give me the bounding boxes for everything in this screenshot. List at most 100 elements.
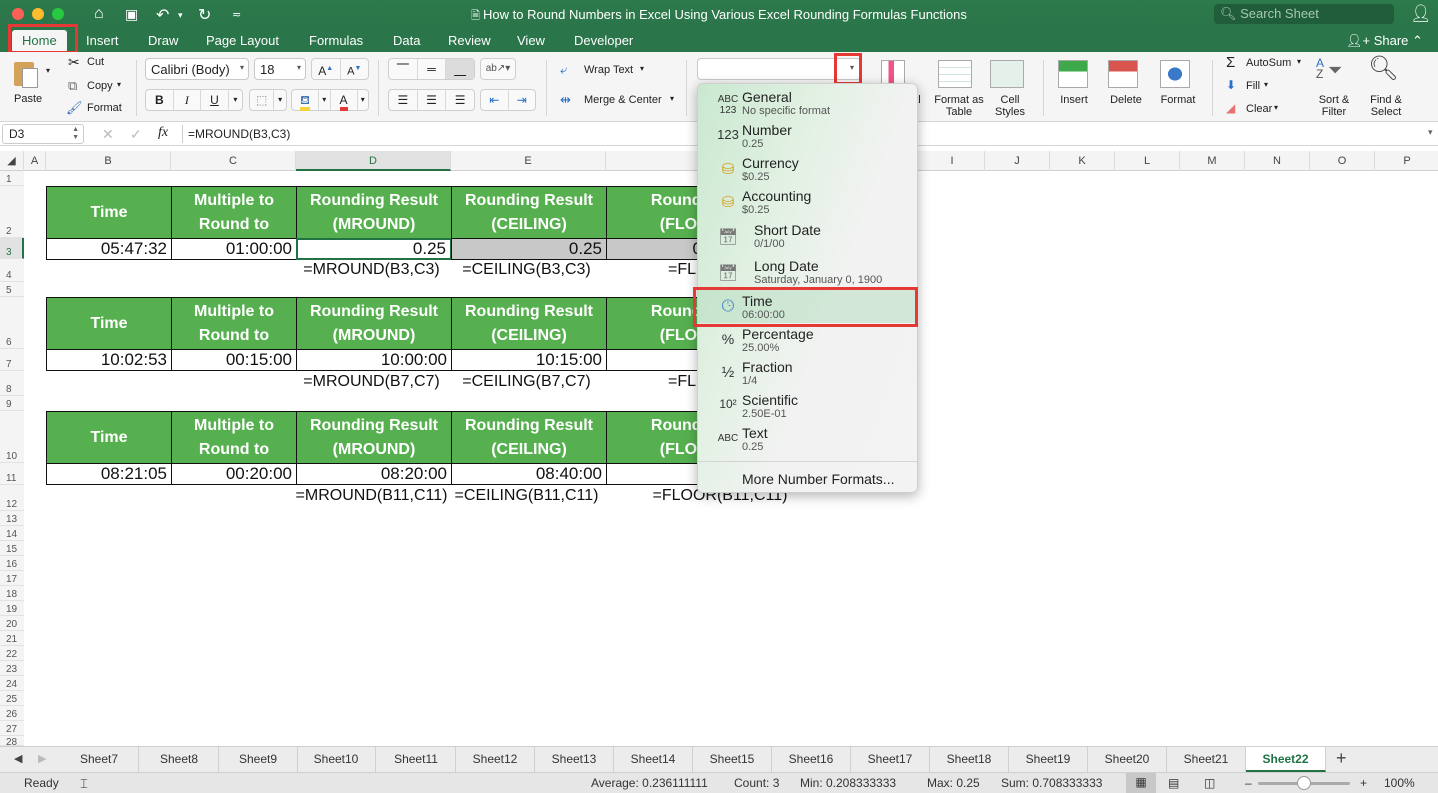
row-header-6[interactable]: 6	[0, 297, 24, 349]
row-header-13[interactable]: 13	[0, 511, 24, 526]
table-cell[interactable]: 0.25	[451, 238, 607, 260]
tab-data[interactable]: Data	[393, 30, 420, 52]
row-header-10[interactable]: 10	[0, 411, 24, 463]
delete-cells-button[interactable]: Delete	[1106, 94, 1146, 106]
cell-styles-icon[interactable]	[990, 60, 1024, 88]
tab-page-layout[interactable]: Page Layout	[206, 30, 279, 52]
format-painter-button[interactable]: Format	[87, 102, 122, 114]
table-header-cell[interactable]: Rounding Result (MROUND)	[296, 186, 452, 239]
clear-button[interactable]: Clear	[1246, 103, 1272, 115]
paste-icon[interactable]	[14, 58, 42, 88]
sort-filter-icon[interactable]: AZ	[1316, 57, 1324, 80]
row-header-24[interactable]: 24	[0, 676, 24, 691]
add-sheet-button[interactable]: +	[1336, 748, 1347, 769]
align-bottom-button[interactable]: ⎽	[446, 59, 475, 79]
cell-styles-button[interactable]: Cell Styles	[992, 94, 1028, 118]
increase-indent-button[interactable]: ⇥	[509, 90, 536, 110]
scroll-tabs-left-icon[interactable]: ◀	[14, 752, 22, 765]
sheet-tab[interactable]: Sheet18	[930, 747, 1009, 772]
decrease-indent-button[interactable]: ⇤	[481, 90, 509, 110]
row-header-7[interactable]: 7	[0, 349, 24, 371]
number-format-item-scientific[interactable]: 10² Scientific 2.50E-01	[698, 389, 917, 422]
number-format-item-accounting[interactable]: ⛁ Accounting $0.25	[698, 185, 917, 218]
accessibility-icon[interactable]: ⌶	[80, 776, 88, 792]
table-cell[interactable]: 08:20:00	[296, 463, 452, 485]
name-box-stepper-icon[interactable]: ▲ ▼	[72, 126, 79, 142]
sheet-tab[interactable]: Sheet21	[1167, 747, 1246, 772]
column-header-i[interactable]: I	[920, 151, 985, 171]
number-format-item-long-date[interactable]: 📅︎ Long Date Saturday, January 0, 1900	[698, 255, 917, 288]
sheet-tab[interactable]: Sheet16	[772, 747, 851, 772]
formula-text[interactable]: =MROUND(B7,C7)	[284, 373, 459, 391]
align-top-button[interactable]: ⎺	[389, 59, 418, 79]
number-format-item-currency[interactable]: ⛁ Currency $0.25	[698, 152, 917, 185]
table-cell[interactable]: 0	[606, 238, 706, 260]
tab-home[interactable]: Home	[12, 30, 67, 52]
merge-center-dropdown-icon[interactable]: ▾	[670, 94, 674, 103]
tab-view[interactable]: View	[517, 30, 545, 52]
table-header-cell[interactable]: Rounding Result (MROUND)	[296, 411, 452, 464]
wrap-text-dropdown-icon[interactable]: ▾	[640, 64, 644, 73]
number-format-select[interactable]: ▾	[697, 58, 861, 80]
sheet-tab[interactable]: Sheet10	[297, 747, 376, 772]
sheet-tab[interactable]: Sheet7	[60, 747, 139, 772]
row-header-15[interactable]: 15	[0, 541, 24, 556]
copy-dropdown-icon[interactable]: ▾	[117, 80, 121, 89]
table-header-cell[interactable]: Time	[46, 411, 172, 464]
row-header-5[interactable]: 5	[0, 282, 24, 297]
row-header-16[interactable]: 16	[0, 556, 24, 571]
page-break-view-button[interactable]: ◫	[1204, 776, 1215, 790]
sheet-tab[interactable]: Sheet14	[614, 747, 693, 772]
row-header-22[interactable]: 22	[0, 646, 24, 661]
table-cell[interactable]: 05:47:32	[46, 238, 172, 260]
column-header-n[interactable]: N	[1245, 151, 1310, 171]
formula-text[interactable]: =CEILING(B3,C3)	[439, 261, 614, 279]
formula-text[interactable]: =FL	[640, 261, 696, 279]
column-header-e[interactable]: E	[451, 151, 606, 171]
row-header-20[interactable]: 20	[0, 616, 24, 631]
row-header-4[interactable]: 4	[0, 259, 24, 282]
insert-function-button[interactable]: fx	[158, 125, 168, 141]
autosum-button[interactable]: AutoSum	[1246, 57, 1291, 69]
font-color-button[interactable]: A	[331, 90, 358, 111]
number-format-item-short-date[interactable]: 📅︎ Short Date 0/1/00	[698, 219, 917, 252]
table-header-cell[interactable]: Rounding Result (CEILING)	[451, 186, 607, 239]
orientation-button[interactable]: ab↗▾	[480, 58, 516, 80]
copy-button[interactable]: Copy	[87, 80, 113, 92]
name-box[interactable]: D3 ▲ ▼	[2, 124, 84, 144]
find-select-button[interactable]: Find & Select	[1364, 94, 1408, 118]
row-header-25[interactable]: 25	[0, 691, 24, 706]
row-header-21[interactable]: 21	[0, 631, 24, 646]
table-header-cell[interactable]: Rounding Result (MROUND)	[296, 297, 452, 350]
table-header-cell[interactable]: Roundi (FLO	[606, 411, 706, 464]
enter-icon[interactable]: ✓	[130, 126, 142, 143]
number-format-item-general[interactable]: ABC 123 General No specific format	[698, 86, 917, 119]
share-button[interactable]: 👤︎+ Share	[1346, 30, 1408, 52]
table-cell[interactable]: 0.25	[296, 238, 452, 260]
format-as-table-icon[interactable]	[938, 60, 972, 88]
table-cell[interactable]	[606, 349, 706, 371]
row-header-26[interactable]: 26	[0, 706, 24, 721]
magnifier-icon[interactable]: 🔍︎	[1368, 54, 1398, 83]
sheet-tab[interactable]: Sheet8	[140, 747, 219, 772]
fill-button[interactable]: Fill	[1246, 80, 1260, 92]
column-header-b[interactable]: B	[46, 151, 171, 171]
table-header-cell[interactable]: Time	[46, 186, 172, 239]
insert-cells-icon[interactable]	[1058, 60, 1088, 88]
row-header-11[interactable]: 11	[0, 463, 24, 485]
row-header-18[interactable]: 18	[0, 586, 24, 601]
expand-formula-bar-icon[interactable]: ▾	[1428, 127, 1433, 138]
table-cell[interactable]: 10:00:00	[296, 349, 452, 371]
cancel-icon[interactable]: ✕	[102, 126, 114, 143]
format-cells-icon[interactable]	[1160, 60, 1190, 88]
row-header-23[interactable]: 23	[0, 661, 24, 676]
column-header-p[interactable]: P	[1375, 151, 1438, 171]
search-sheet-input[interactable]: 🔍︎ Search Sheet	[1214, 4, 1394, 24]
number-format-item-percentage[interactable]: % Percentage 25.00%	[698, 323, 917, 356]
align-middle-button[interactable]: ═	[418, 59, 447, 79]
row-header-17[interactable]: 17	[0, 571, 24, 586]
table-cell[interactable]: 01:00:00	[171, 238, 297, 260]
format-cells-button[interactable]: Format	[1156, 94, 1200, 106]
select-all-corner[interactable]: ◢	[0, 151, 24, 171]
italic-button[interactable]: I	[174, 90, 202, 110]
